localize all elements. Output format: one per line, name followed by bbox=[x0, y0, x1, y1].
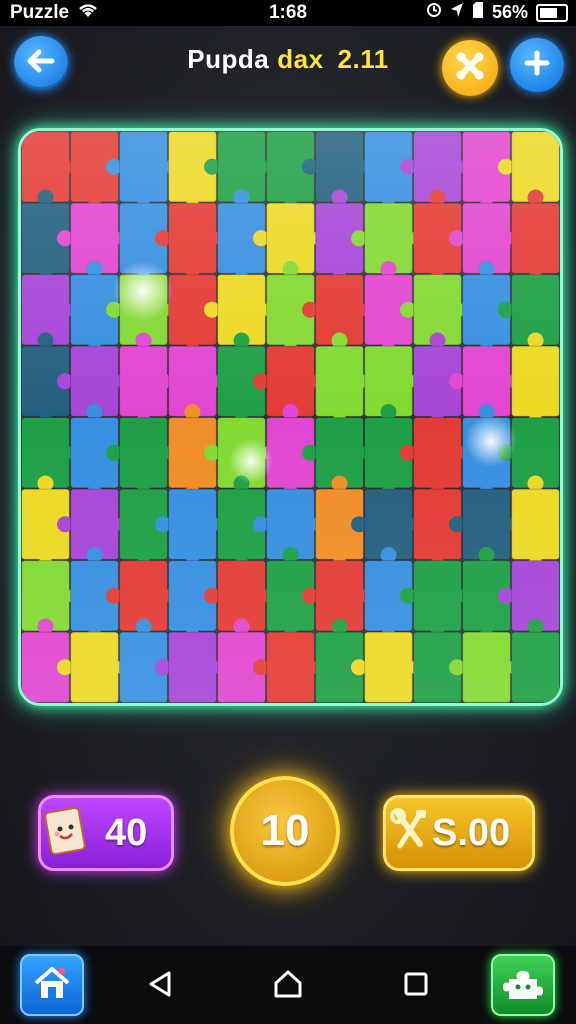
nav-home-button[interactable] bbox=[268, 966, 308, 1006]
puzzle-grid[interactable] bbox=[21, 131, 560, 703]
crossed-tools-icon bbox=[453, 49, 487, 88]
title-part-3: 2.11 bbox=[337, 44, 389, 74]
card-character-icon bbox=[43, 804, 91, 863]
puzzle-board[interactable] bbox=[18, 128, 563, 706]
house-outline-icon bbox=[273, 969, 303, 1004]
battery-percent: 56% bbox=[491, 2, 528, 22]
tools-button[interactable] bbox=[442, 40, 498, 96]
puzzle-menu-button[interactable] bbox=[491, 954, 555, 1016]
arrow-left-icon bbox=[26, 48, 56, 79]
home-button[interactable] bbox=[20, 954, 84, 1016]
level-counter[interactable]: 10 bbox=[230, 776, 340, 886]
status-bar: Puzzle 1:68 56% bbox=[0, 0, 576, 26]
square-recent-icon bbox=[403, 971, 429, 1002]
page-title: Pupda dax 2.11 bbox=[140, 44, 436, 75]
home-icon bbox=[32, 965, 72, 1006]
plus-icon bbox=[523, 49, 551, 82]
alarm-icon bbox=[426, 2, 442, 23]
hint-count: 40 bbox=[105, 811, 148, 854]
nav-recent-button[interactable] bbox=[396, 966, 436, 1006]
tools-icon bbox=[390, 807, 430, 859]
nav-back-button[interactable] bbox=[140, 966, 180, 1006]
sparkle-highlight bbox=[113, 261, 173, 321]
battery-icon bbox=[536, 3, 568, 22]
triangle-back-icon bbox=[147, 970, 173, 1003]
board-gloss-overlay bbox=[21, 131, 560, 703]
location-icon bbox=[450, 2, 464, 23]
sim-icon bbox=[472, 2, 484, 23]
back-button[interactable] bbox=[14, 36, 68, 90]
coins-value: S.00 bbox=[432, 811, 511, 854]
sparkle-highlight bbox=[229, 439, 273, 483]
puzzle-piece-icon bbox=[503, 965, 543, 1006]
title-part-2: dax bbox=[277, 44, 324, 74]
sparkle-highlight bbox=[465, 415, 517, 467]
level-number: 10 bbox=[260, 806, 310, 855]
coins-counter-button[interactable]: S.00 bbox=[383, 795, 535, 871]
title-part-1: Pupda bbox=[187, 44, 270, 74]
add-button[interactable] bbox=[510, 38, 564, 92]
hint-counter-button[interactable]: 40 bbox=[38, 795, 174, 871]
